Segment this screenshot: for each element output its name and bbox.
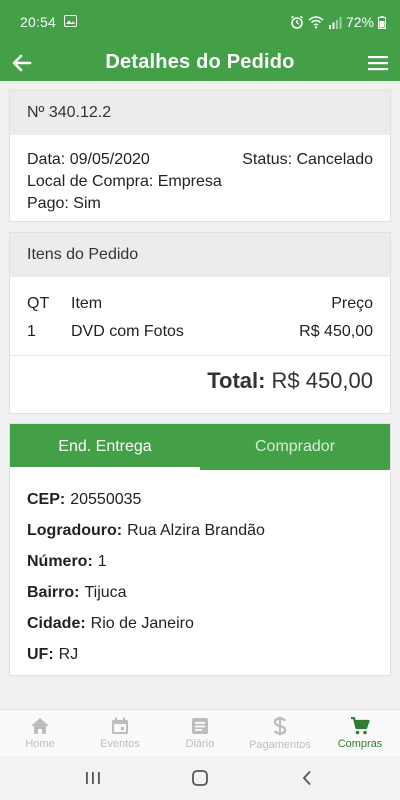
system-nav-bar	[0, 756, 400, 800]
table-row: 1 DVD com Fotos R$ 450,00	[10, 323, 390, 341]
address-section: CEP: 20550035 Logradouro: Rua Alzira Brand…	[10, 470, 390, 670]
notes-icon	[192, 717, 208, 734]
header-qt: QT	[27, 295, 50, 312]
items-title: Itens do Pedido	[10, 233, 390, 277]
app-bar: Detalhes do Pedido	[0, 44, 400, 81]
battery-icon	[378, 15, 386, 29]
nav-home-label: Home	[25, 737, 55, 750]
calendar-icon	[112, 717, 128, 734]
city-label: Cidade:	[27, 614, 86, 632]
district-value: Tijuca	[84, 583, 127, 601]
uf-label: UF:	[27, 645, 54, 663]
nav-diario-label: Diário	[185, 737, 215, 750]
nav-pagamentos[interactable]: Pagamentos	[240, 710, 320, 756]
status-value: Cancelado	[296, 151, 374, 168]
cep-label: CEP:	[27, 490, 66, 508]
total-value: R$ 450,00	[271, 368, 373, 393]
page-title: Detalhes do Pedido	[105, 51, 295, 73]
district-label: Bairro:	[27, 583, 80, 601]
nav-compras-label: Compras	[337, 737, 383, 750]
items-card: Itens do Pedido QT Item Preço 1 DVD com …	[9, 232, 391, 414]
order-card: Nº 340.12.2 Data: 09/05/2020 Status: Can…	[9, 90, 391, 222]
street-value: Rua Alzira Brandão	[127, 521, 265, 539]
paid-label: Pago:	[27, 195, 69, 212]
order-number: Nº 340.12.2	[10, 91, 390, 135]
hamburger-menu-icon[interactable]	[356, 44, 400, 81]
nav-pagamentos-label: Pagamentos	[249, 738, 311, 751]
date-value: 09/05/2020	[69, 151, 150, 168]
place-label: Local de Compra:	[27, 173, 154, 190]
alarm-icon	[290, 15, 304, 29]
battery-label: 72%	[345, 14, 374, 30]
arrow-left-icon[interactable]	[0, 44, 44, 81]
nav-home[interactable]: Home	[0, 710, 80, 756]
uf-value: RJ	[58, 645, 79, 663]
delivery-card: End. Entrega Comprador CEP: 20550035 Logr…	[9, 423, 391, 676]
tab-comprador[interactable]: Comprador	[200, 424, 390, 470]
row-qt: 1	[27, 323, 36, 340]
items-header-row: QT Item Preço	[10, 295, 390, 313]
dollar-icon	[273, 716, 287, 735]
header-item: Item	[71, 295, 103, 312]
home-icon	[31, 717, 49, 734]
nav-compras[interactable]: Compras	[320, 710, 400, 756]
tab-bar: End. Entrega Comprador	[10, 424, 390, 470]
paid-value: Sim	[73, 195, 101, 212]
signal-icon	[328, 16, 342, 29]
place-value: Empresa	[157, 173, 222, 190]
street-label: Logradouro:	[27, 521, 123, 539]
home-button-icon[interactable]	[170, 756, 230, 800]
nav-eventos-label: Eventos	[100, 737, 140, 750]
back-button-icon[interactable]	[277, 756, 337, 800]
wifi-icon	[308, 15, 324, 29]
status-bar: 20:54 72%	[0, 0, 400, 44]
content-area[interactable]: Nº 340.12.2 Data: 09/05/2020 Status: Can…	[0, 81, 400, 709]
number-label: Número:	[27, 552, 93, 570]
total-row: Total: R$ 450,00	[10, 356, 390, 406]
number-value: 1	[97, 552, 107, 570]
recent-apps-icon[interactable]	[63, 756, 123, 800]
total-label: Total:	[207, 368, 266, 393]
image-icon	[64, 14, 78, 30]
row-item: DVD com Fotos	[71, 323, 184, 340]
status-label: Status:	[242, 151, 293, 168]
bottom-nav: Home Eventos Diário Pagamentos Compras	[0, 709, 400, 756]
nav-eventos[interactable]: Eventos	[80, 710, 160, 756]
date-label: Data:	[27, 151, 66, 168]
tab-end-entrega[interactable]: End. Entrega	[10, 424, 200, 470]
header-price: Preço	[331, 295, 373, 312]
cart-icon	[351, 716, 370, 734]
row-price: R$ 450,00	[299, 323, 373, 340]
cep-value: 20550035	[70, 490, 142, 508]
city-value: Rio de Janeiro	[90, 614, 194, 632]
nav-diario[interactable]: Diário	[160, 710, 240, 756]
status-time: 20:54	[20, 14, 57, 30]
